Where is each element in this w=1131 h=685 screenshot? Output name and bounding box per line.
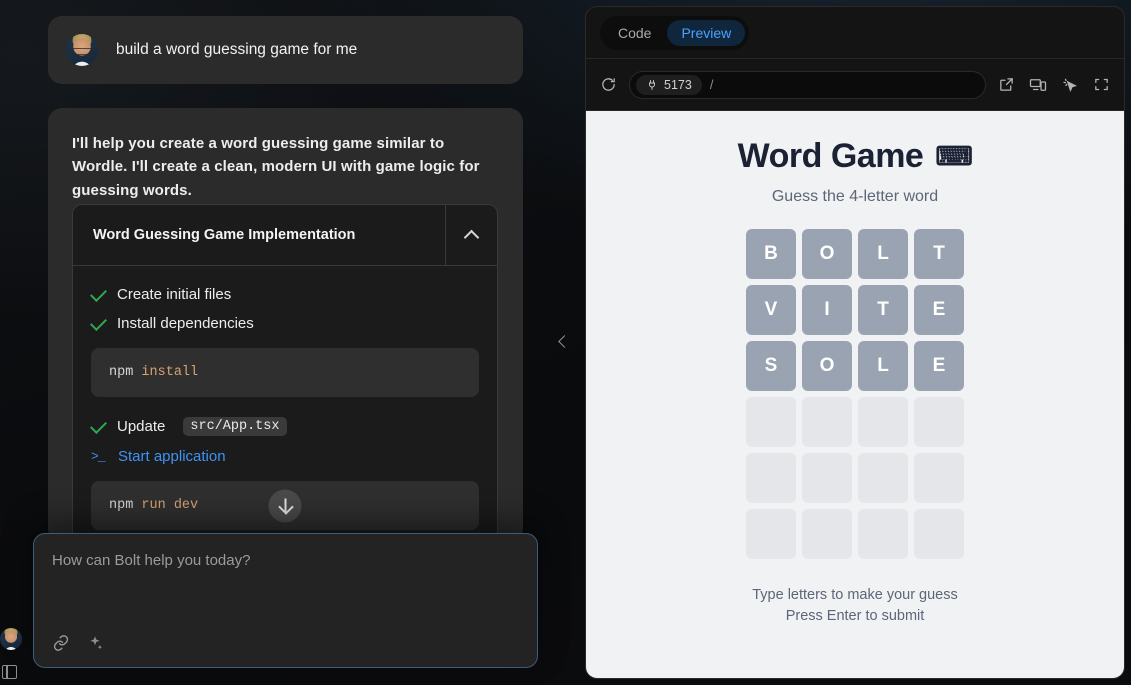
app-root: build a word guessing game for me I'll h… xyxy=(0,0,1131,685)
arrow-down-icon xyxy=(284,498,286,513)
task-label: Start application xyxy=(118,448,226,465)
grid-tile xyxy=(746,397,796,447)
fullscreen-icon[interactable] xyxy=(1093,76,1110,93)
guess-grid: B O L T V I T E S O L E xyxy=(746,229,964,559)
game-subtitle: Guess the 4-letter word xyxy=(771,188,939,205)
grid-tile: O xyxy=(802,341,852,391)
avatar xyxy=(66,34,98,66)
composer-toolbar xyxy=(52,634,104,652)
artifact-card: Word Guessing Game Implementation Create… xyxy=(72,204,498,543)
avatar[interactable] xyxy=(0,628,22,650)
grid-tile xyxy=(914,453,964,503)
preview-tabbar: Code Preview xyxy=(586,7,1124,59)
code-argument: run dev xyxy=(141,498,199,513)
artifact-task-list: Create initial files Install dependencie… xyxy=(73,266,497,543)
grid-tile: T xyxy=(914,229,964,279)
plug-icon xyxy=(649,79,655,90)
url-path: / xyxy=(709,77,714,92)
task-item[interactable]: Create initial files xyxy=(90,280,479,309)
game-title: Word Game ⌨ xyxy=(738,137,973,176)
grid-tile: T xyxy=(858,285,908,335)
preview-iframe-content: Word Game ⌨ Guess the 4-letter word B O … xyxy=(586,111,1124,678)
game-hint-line-1: Type letters to make your guess xyxy=(752,587,958,603)
task-label: Install dependencies xyxy=(117,315,254,332)
game-title-text: Word Game xyxy=(737,137,924,175)
grid-tile xyxy=(802,397,852,447)
link-icon[interactable] xyxy=(52,634,70,652)
grid-tile xyxy=(858,397,908,447)
grid-tile: S xyxy=(746,341,796,391)
keyboard-icon: ⌨ xyxy=(935,141,973,171)
collapse-panel-handle[interactable] xyxy=(557,332,573,352)
chat-input-placeholder[interactable]: How can Bolt help you today? xyxy=(52,552,519,569)
artifact-collapse-button[interactable] xyxy=(445,205,497,265)
tab-preview[interactable]: Preview xyxy=(667,19,746,46)
grid-tile xyxy=(914,397,964,447)
grid-tile: E xyxy=(914,285,964,335)
grid-tile: I xyxy=(802,285,852,335)
tab-code[interactable]: Code xyxy=(604,20,665,46)
game-hint: Type letters to make your guess Press En… xyxy=(752,585,958,628)
device-preview-icon[interactable] xyxy=(1029,76,1047,94)
port-number: 5173 xyxy=(664,77,692,92)
task-label: Create initial files xyxy=(117,286,232,303)
message-composer[interactable]: How can Bolt help you today? xyxy=(33,533,538,668)
grid-tile xyxy=(746,453,796,503)
grid-tile: L xyxy=(858,229,908,279)
grid-tile xyxy=(858,509,908,559)
game-hint-line-2: Press Enter to submit xyxy=(785,608,925,625)
task-item[interactable]: Update src/App.tsx xyxy=(90,411,479,442)
task-item-start-application[interactable]: >_ Start application xyxy=(91,442,479,471)
grid-tile: L xyxy=(858,341,908,391)
grid-tile xyxy=(858,453,908,503)
scroll-to-bottom-button[interactable] xyxy=(268,489,302,522)
check-icon xyxy=(90,313,107,331)
grid-tile: V xyxy=(746,285,796,335)
check-icon xyxy=(90,416,107,434)
sparkles-icon[interactable] xyxy=(86,634,104,652)
external-link-icon[interactable] xyxy=(998,76,1015,93)
assistant-message-bubble: I'll help you create a word guessing gam… xyxy=(48,108,523,543)
code-command: npm xyxy=(109,365,134,380)
code-block-install: npm install xyxy=(91,348,479,397)
preview-urlbar: 5173 / xyxy=(586,59,1124,111)
code-block-run-dev: npm run dev xyxy=(91,481,479,530)
chevron-left-icon xyxy=(558,335,571,348)
grid-tile xyxy=(802,509,852,559)
user-message-text: build a word guessing game for me xyxy=(116,41,358,58)
url-input[interactable]: 5173 / xyxy=(629,70,986,99)
refresh-icon[interactable] xyxy=(600,76,617,93)
terminal-icon: >_ xyxy=(91,449,106,464)
code-preview-segmented-control: Code Preview xyxy=(600,15,750,50)
task-item[interactable]: Install dependencies xyxy=(90,309,479,338)
artifact-header: Word Guessing Game Implementation xyxy=(73,205,497,266)
user-message-bubble: build a word guessing game for me xyxy=(48,16,523,84)
assistant-message-text: I'll help you create a word guessing gam… xyxy=(72,135,480,199)
grid-tile xyxy=(914,509,964,559)
artifact-title: Word Guessing Game Implementation xyxy=(93,227,356,243)
panel-toggle-icon[interactable] xyxy=(2,665,17,679)
grid-tile xyxy=(802,453,852,503)
chat-column: build a word guessing game for me I'll h… xyxy=(0,0,585,685)
grid-tile: O xyxy=(802,229,852,279)
code-command: npm xyxy=(109,498,134,513)
grid-tile xyxy=(746,509,796,559)
preview-panel: Code Preview 5173 / Word Game ⌨ Guess th… xyxy=(585,6,1125,679)
code-argument: install xyxy=(141,365,199,380)
port-badge[interactable]: 5173 xyxy=(636,74,702,95)
chevron-up-icon xyxy=(463,229,480,245)
preview-actions xyxy=(998,76,1110,94)
check-icon xyxy=(90,284,107,302)
inspector-cursor-icon[interactable] xyxy=(1061,76,1079,94)
task-file-chip[interactable]: src/App.tsx xyxy=(183,417,287,436)
grid-tile: B xyxy=(746,229,796,279)
task-label: Update xyxy=(117,418,166,435)
grid-tile: E xyxy=(914,341,964,391)
